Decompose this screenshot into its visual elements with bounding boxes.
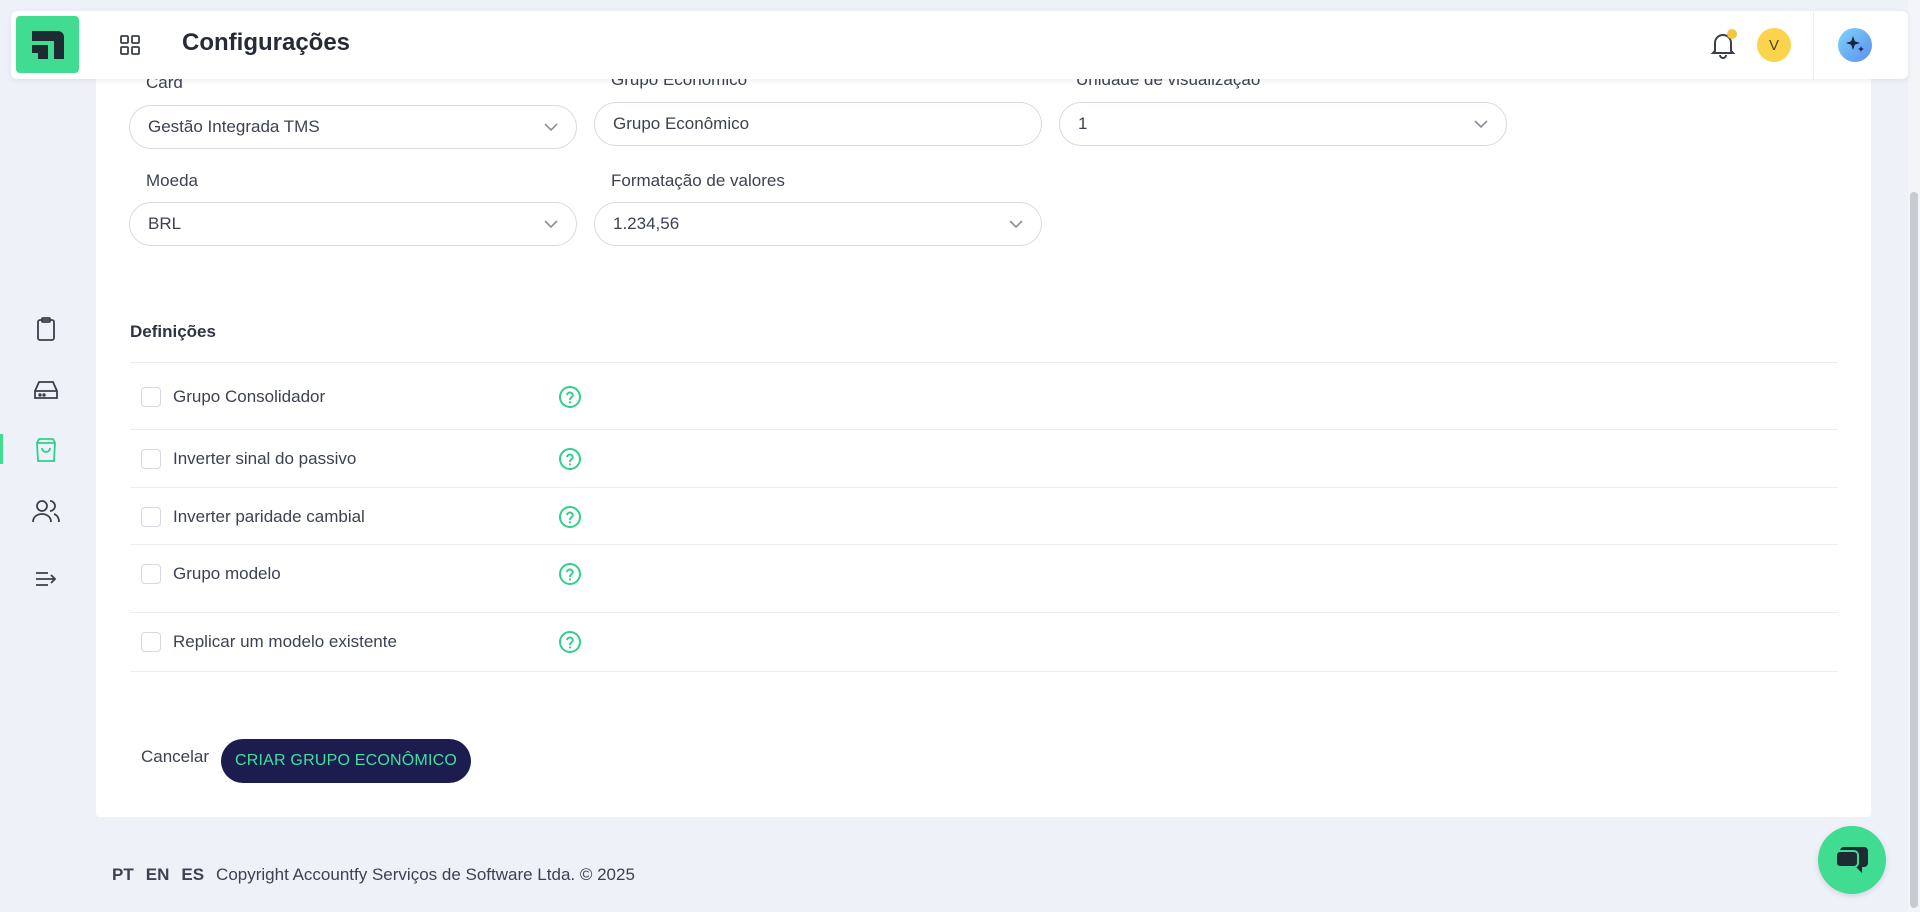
card-select[interactable]: Gestão Integrada TMS	[129, 105, 577, 149]
cancel-button[interactable]: Cancelar	[141, 747, 209, 767]
chevron-down-icon	[1009, 217, 1023, 231]
group-name-value: Grupo Econômico	[613, 114, 750, 133]
inverter-paridade-checkbox[interactable]	[141, 506, 161, 527]
footer: PT EN ES Copyright Accountfy Serviços de…	[112, 865, 635, 885]
accountfy-logo[interactable]	[16, 16, 79, 73]
currency-label: Moeda	[146, 171, 198, 190]
grupo-modelo-checkbox[interactable]	[141, 564, 161, 584]
chat-icon[interactable]	[1818, 826, 1886, 894]
currency-select-value: BRL	[148, 214, 182, 233]
card-select-value: Gestão Integrada TMS	[148, 117, 320, 136]
chevron-down-icon	[544, 120, 558, 134]
help-circle-icon[interactable]	[558, 630, 582, 654]
apps-grid-icon[interactable]	[118, 33, 142, 57]
grupo-consolidador-checkbox[interactable]	[141, 386, 161, 407]
chevron-down-icon	[544, 217, 558, 231]
replicar-modelo-checkbox[interactable]	[141, 632, 161, 652]
help-circle-icon[interactable]	[558, 505, 582, 529]
definition-row: Replicar um modelo existente	[130, 612, 1838, 672]
currency-select[interactable]: BRL	[129, 202, 577, 246]
format-select-value: 1.234,56	[613, 214, 680, 233]
notification-dot	[1727, 29, 1737, 39]
definition-row: Inverter sinal do passivo	[130, 429, 1838, 488]
definition-label: Replicar um modelo existente	[173, 632, 397, 651]
definition-label: Grupo Consolidador	[173, 386, 326, 406]
users-icon[interactable]	[32, 497, 60, 525]
definition-row: Grupo Consolidador	[130, 362, 1838, 430]
definition-row: Grupo modelo	[130, 544, 1838, 613]
header-divider	[1813, 11, 1814, 79]
definition-label: Inverter sinal do passivo	[173, 449, 357, 468]
scrollbar-thumb[interactable]	[1910, 192, 1918, 908]
shopping-bag-icon[interactable]	[32, 436, 60, 464]
avatar[interactable]: V	[1757, 28, 1791, 62]
unit-select-value: 1	[1078, 114, 1088, 133]
collapse-menu-icon[interactable]	[32, 565, 60, 593]
sidebar-active-indicator	[0, 434, 3, 464]
chevron-down-icon	[1474, 117, 1488, 131]
language-pt[interactable]: PT	[112, 865, 134, 885]
language-es[interactable]: ES	[181, 865, 204, 885]
page-title: Configurações	[182, 29, 351, 56]
format-select[interactable]: 1.234,56	[594, 202, 1042, 246]
inbox-icon[interactable]	[32, 376, 60, 404]
unit-select[interactable]: 1	[1059, 102, 1507, 146]
definition-label: Grupo modelo	[173, 564, 281, 583]
definition-row: Inverter paridade cambial	[130, 487, 1838, 545]
definition-label: Inverter paridade cambial	[173, 506, 365, 526]
group-name-input[interactable]: Grupo Econômico	[594, 102, 1042, 146]
copyright-text: Copyright Accountfy Serviços de Software…	[216, 865, 635, 884]
ai-sparkle-icon[interactable]	[1838, 28, 1872, 62]
help-circle-icon[interactable]	[558, 385, 582, 409]
clipboard-icon[interactable]	[32, 315, 60, 343]
create-group-button[interactable]: CRIAR GRUPO ECONÔMICO	[221, 739, 471, 783]
help-circle-icon[interactable]	[558, 562, 582, 586]
format-label: Formatação de valores	[611, 171, 785, 190]
definitions-title: Definições	[130, 322, 216, 341]
inverter-sinal-checkbox[interactable]	[141, 449, 161, 469]
help-circle-icon[interactable]	[558, 447, 582, 471]
language-en[interactable]: EN	[146, 865, 170, 885]
